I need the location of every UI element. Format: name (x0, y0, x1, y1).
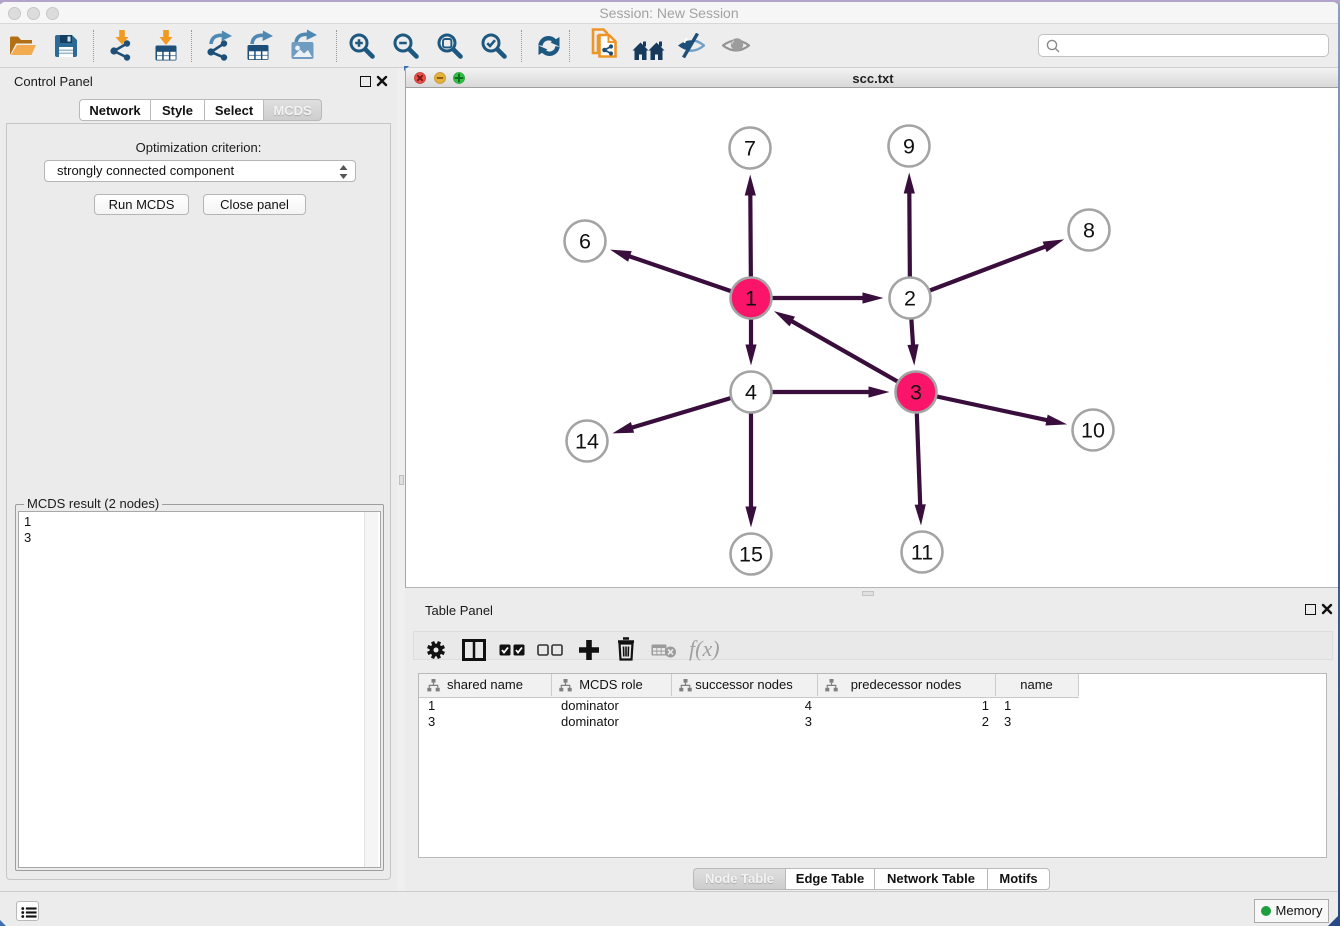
svg-text:3: 3 (910, 381, 922, 405)
svg-text:10: 10 (1081, 419, 1105, 443)
svg-text:6: 6 (579, 230, 591, 254)
svg-text:8: 8 (1083, 219, 1095, 243)
svg-text:11: 11 (911, 541, 933, 565)
svg-text:14: 14 (575, 430, 599, 454)
svg-text:4: 4 (745, 381, 757, 405)
svg-text:9: 9 (903, 135, 915, 159)
svg-text:2: 2 (904, 287, 916, 311)
svg-text:7: 7 (744, 137, 756, 161)
svg-text:15: 15 (739, 543, 763, 567)
svg-text:1: 1 (745, 287, 757, 311)
